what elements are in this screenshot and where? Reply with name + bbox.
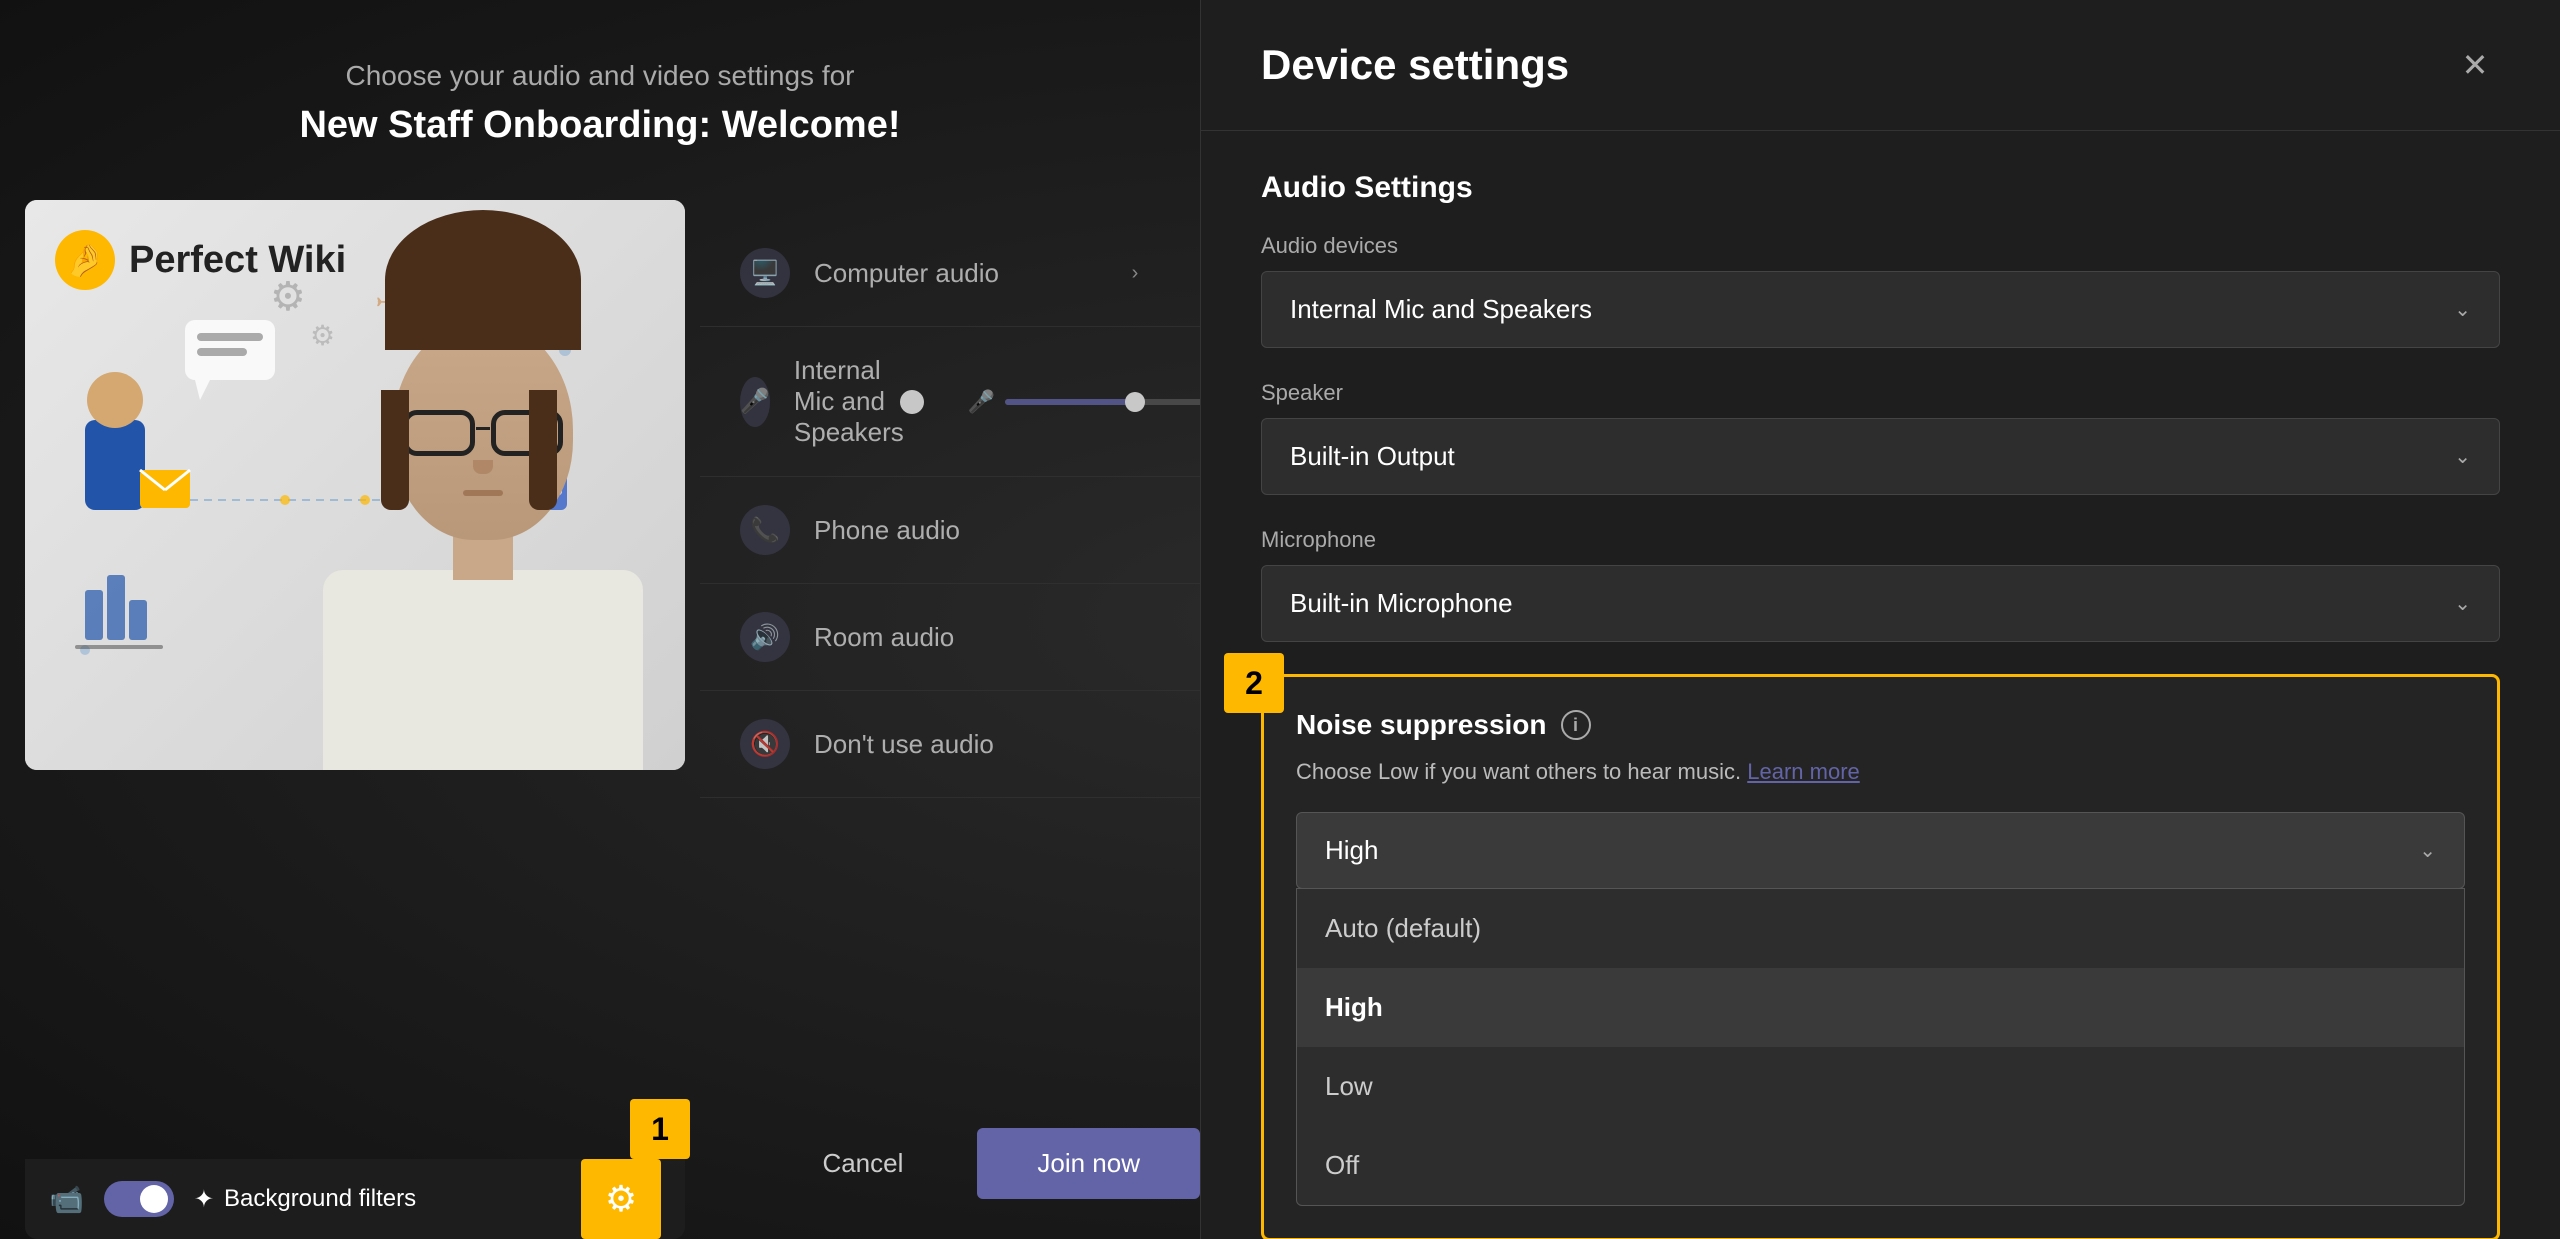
phone-audio-info: Phone audio [814,515,1160,546]
cancel-button[interactable]: Cancel [772,1128,953,1199]
computer-audio-icon: 🖥️ [740,248,790,298]
ns-option-high-label: High [1325,992,1383,1023]
noise-suppression-info-icon[interactable]: i [1561,710,1591,740]
settings-gear-button[interactable]: ⚙ [581,1159,661,1239]
mic-icon: 🎤 [740,377,770,427]
internal-mic-info: Internal Mic and Speakers [794,355,904,448]
camera-icon: 📹 [49,1183,84,1216]
computer-audio-title: Computer audio [814,258,1086,289]
join-now-button[interactable]: Join now [977,1128,1200,1199]
ns-option-low-label: Low [1325,1071,1373,1102]
device-settings-panel: Device settings ✕ Audio Settings Audio d… [1200,0,2560,1239]
bottom-actions: Cancel Join now [700,1128,1200,1199]
ns-option-off[interactable]: Off [1297,1126,2464,1205]
room-icon: 🔊 [740,612,790,662]
ns-selected-value: High [1325,835,1378,866]
header-subtitle: Choose your audio and video settings for [0,60,1200,92]
person-shape [323,280,643,770]
audio-option-computer[interactable]: 🖥️ Computer audio › [700,220,1200,327]
audio-devices-chevron: ⌄ [2454,297,2471,322]
audio-devices-label: Audio devices [1261,233,2500,259]
audio-options-list: 🖥️ Computer audio › 🎤 Internal Mic and S… [700,220,1200,798]
background-filters-button[interactable]: ✦ Background filters [194,1185,416,1214]
panel-title: Device settings [1261,41,1569,89]
mic-mute-icon: 🎤 [968,389,995,415]
computer-audio-arrow: › [1110,248,1160,298]
audio-option-internal-mic[interactable]: 🎤 Internal Mic and Speakers 🎤 [700,327,1200,477]
close-panel-button[interactable]: ✕ [2450,40,2500,90]
room-audio-title: Room audio [814,622,1160,653]
internal-mic-title: Internal Mic and Speakers [794,355,904,448]
audio-option-no-audio[interactable]: 🔇 Don't use audio [700,691,1200,798]
video-inner: ⚙ ⚙ ✈ [25,200,685,770]
ns-selected-dropdown[interactable]: High ⌄ [1296,812,2465,889]
microphone-label: Microphone [1261,527,2500,553]
camera-toggle[interactable] [104,1181,174,1217]
header-area: Choose your audio and video settings for… [0,60,1200,147]
wiki-brand: 🤌 Perfect Wiki [55,230,346,290]
microphone-chevron: ⌄ [2454,591,2471,616]
ns-description: Choose Low if you want others to hear mu… [1296,755,2465,788]
phone-audio-title: Phone audio [814,515,1160,546]
ns-dropdown-options: Auto (default) High Low Off [1296,888,2465,1206]
microphone-value: Built-in Microphone [1290,588,1513,619]
audio-option-phone[interactable]: 📞 Phone audio [700,477,1200,584]
ns-option-auto-label: Auto (default) [1325,913,1481,944]
learn-more-link[interactable]: Learn more [1747,759,1860,784]
volume-fill [1005,399,1135,405]
computer-audio-info: Computer audio [814,258,1086,289]
ns-chevron: ⌄ [2419,838,2436,863]
filters-icon: ✦ [194,1185,214,1214]
video-preview: ⚙ ⚙ ✈ [25,200,685,770]
ns-option-high[interactable]: High [1297,968,2464,1047]
header-title: New Staff Onboarding: Welcome! [0,104,1200,147]
badge-2: 2 [1224,653,1284,713]
volume-slider[interactable] [1005,399,1205,405]
audio-option-room[interactable]: 🔊 Room audio [700,584,1200,691]
bg-filters-label: Background filters [224,1185,416,1213]
gear-icon: ⚙ [605,1178,637,1220]
phone-icon: 📞 [740,505,790,555]
video-controls-bar: 📹 ✦ Background filters ⚙ [25,1159,685,1239]
microphone-dropdown[interactable]: Built-in Microphone ⌄ [1261,565,2500,642]
ns-option-auto[interactable]: Auto (default) [1297,889,2464,968]
wiki-brand-text: Perfect Wiki [129,239,346,282]
speaker-chevron: ⌄ [2454,444,2471,469]
noise-suppression-box: 2 Noise suppression i Choose Low if you … [1261,674,2500,1239]
speaker-dropdown[interactable]: Built-in Output ⌄ [1261,418,2500,495]
no-audio-info: Don't use audio [814,729,1160,760]
ns-title: Noise suppression [1296,709,1547,741]
speaker-label: Speaker [1261,380,2500,406]
wiki-icon: 🤌 [55,230,115,290]
audio-devices-dropdown[interactable]: Internal Mic and Speakers ⌄ [1261,271,2500,348]
ns-desc-text: Choose Low if you want others to hear mu… [1296,759,1741,784]
ns-header: Noise suppression i [1296,709,2465,741]
volume-thumb[interactable] [1125,392,1145,412]
audio-devices-value: Internal Mic and Speakers [1290,294,1592,325]
no-audio-title: Don't use audio [814,729,1160,760]
ns-option-low[interactable]: Low [1297,1047,2464,1126]
audio-settings-title: Audio Settings [1261,171,2500,205]
room-audio-info: Room audio [814,622,1160,653]
panel-header: Device settings ✕ [1201,0,2560,131]
speaker-value: Built-in Output [1290,441,1455,472]
ns-option-off-label: Off [1325,1150,1359,1181]
close-icon: ✕ [2462,46,2489,84]
panel-body: Audio Settings Audio devices Internal Mi… [1201,131,2560,1239]
badge-1: 1 [630,1099,690,1159]
no-audio-icon: 🔇 [740,719,790,769]
